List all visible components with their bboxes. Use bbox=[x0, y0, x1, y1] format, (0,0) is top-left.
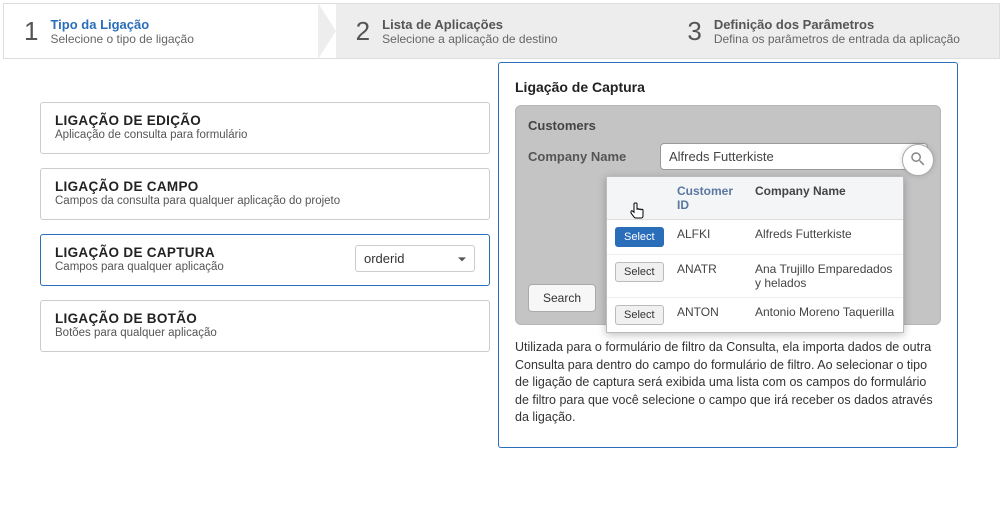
popup-header: Customer ID Company Name bbox=[607, 177, 903, 220]
link-type-capture[interactable]: LIGAÇÃO DE CAPTURA Campos para qualquer … bbox=[40, 234, 490, 286]
col-id: Customer ID bbox=[669, 177, 747, 219]
step-number: 2 bbox=[356, 16, 370, 47]
link-type-sub: Botões para qualquer aplicação bbox=[55, 327, 217, 339]
link-type-button[interactable]: LIGAÇÃO DE BOTÃO Botões para qualquer ap… bbox=[40, 300, 490, 352]
col-name: Company Name bbox=[747, 177, 903, 219]
step-type[interactable]: 1 Tipo da Ligação Selecione o tipo de li… bbox=[4, 4, 336, 58]
link-type-sub: Campos da consulta para qualquer aplicaç… bbox=[55, 195, 340, 207]
search-icon bbox=[909, 150, 927, 171]
lookup-button[interactable] bbox=[902, 144, 934, 176]
cell-id: ALFKI bbox=[669, 220, 747, 254]
step-number: 1 bbox=[24, 16, 38, 47]
capture-field-select[interactable]: orderid bbox=[355, 245, 475, 272]
link-type-sub: Campos para qualquer aplicação bbox=[55, 261, 224, 273]
preview-mockup: Customers Company Name Alfreds Futterkis… bbox=[515, 105, 941, 325]
preview-description: Utilizada para o formulário de filtro da… bbox=[515, 339, 941, 427]
select-row-button[interactable]: Select bbox=[615, 227, 664, 247]
link-type-title: LIGAÇÃO DE EDIÇÃO bbox=[55, 113, 247, 128]
link-type-title: LIGAÇÃO DE CAMPO bbox=[55, 179, 340, 194]
link-type-field[interactable]: LIGAÇÃO DE CAMPO Campos da consulta para… bbox=[40, 168, 490, 220]
link-type-list: LIGAÇÃO DE EDIÇÃO Aplicação de consulta … bbox=[40, 102, 490, 352]
step-title: Lista de Aplicações bbox=[382, 17, 557, 32]
wizard-steps: 1 Tipo da Ligação Selecione o tipo de li… bbox=[3, 3, 1000, 59]
cell-name: Alfreds Futterkiste bbox=[747, 220, 903, 254]
step-apps[interactable]: 2 Lista de Aplicações Selecione a aplica… bbox=[336, 4, 668, 58]
link-type-edit[interactable]: LIGAÇÃO DE EDIÇÃO Aplicação de consulta … bbox=[40, 102, 490, 154]
step-title: Definição dos Parâmetros bbox=[714, 17, 960, 32]
col-select bbox=[607, 177, 669, 219]
link-type-title: LIGAÇÃO DE BOTÃO bbox=[55, 311, 217, 326]
step-number: 3 bbox=[687, 16, 701, 47]
cell-id: ANTON bbox=[669, 298, 747, 332]
popup-row: Select ANTON Antonio Moreno Taquerilla bbox=[607, 298, 903, 332]
select-row-button[interactable]: Select bbox=[615, 262, 664, 282]
cell-name: Antonio Moreno Taquerilla bbox=[747, 298, 903, 332]
step-title: Tipo da Ligação bbox=[50, 17, 193, 32]
lookup-popup: Customer ID Company Name Select ALFKI Al… bbox=[606, 176, 904, 333]
company-name-field: Company Name Alfreds Futterkiste bbox=[528, 143, 928, 170]
link-type-sub: Aplicação de consulta para formulário bbox=[55, 129, 247, 141]
step-params[interactable]: 3 Definição dos Parâmetros Defina os par… bbox=[667, 4, 999, 58]
search-button[interactable]: Search bbox=[528, 284, 596, 312]
link-type-title: LIGAÇÃO DE CAPTURA bbox=[55, 245, 224, 260]
cell-name: Ana Trujillo Emparedados y helados bbox=[747, 255, 903, 297]
popup-row: Select ALFKI Alfreds Futterkiste bbox=[607, 220, 903, 255]
step-sub: Defina os parâmetros de entrada da aplic… bbox=[714, 32, 960, 46]
field-label: Company Name bbox=[528, 149, 648, 164]
select-row-button[interactable]: Select bbox=[615, 305, 664, 325]
preview-title: Ligação de Captura bbox=[515, 79, 941, 95]
preview-heading: Customers bbox=[528, 118, 928, 133]
preview-panel: Ligação de Captura Customers Company Nam… bbox=[498, 62, 958, 448]
popup-row: Select ANATR Ana Trujillo Emparedados y … bbox=[607, 255, 903, 298]
step-sub: Selecione a aplicação de destino bbox=[382, 32, 557, 46]
step-sub: Selecione o tipo de ligação bbox=[50, 32, 193, 46]
company-name-input[interactable]: Alfreds Futterkiste bbox=[660, 143, 928, 170]
cell-id: ANATR bbox=[669, 255, 747, 297]
